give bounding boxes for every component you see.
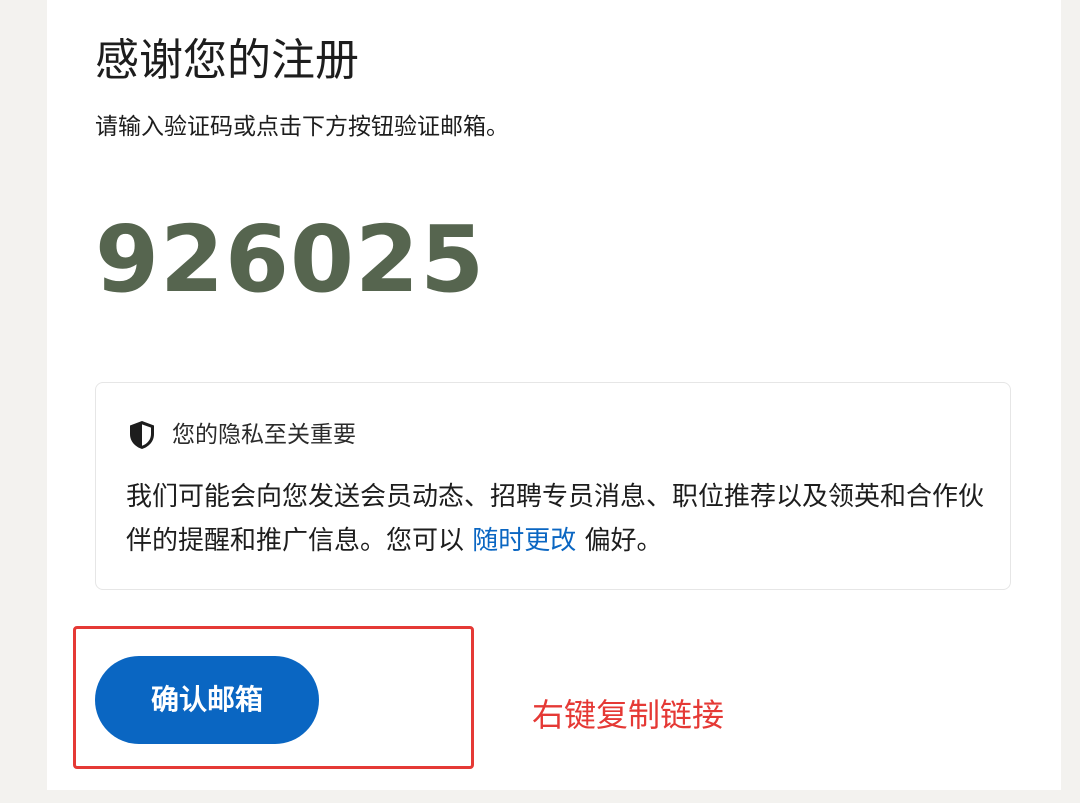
confirm-email-button[interactable]: 确认邮箱 bbox=[95, 656, 319, 744]
privacy-body: 我们可能会向您发送会员动态、招聘专员消息、职位推荐以及领英和合作伙伴的提醒和推广… bbox=[126, 475, 986, 563]
annotation-text: 右键复制链接 bbox=[532, 696, 725, 734]
privacy-title: 您的隐私至关重要 bbox=[172, 422, 356, 448]
shield-icon bbox=[130, 421, 154, 449]
page-subtitle: 请输入验证码或点击下方按钮验证邮箱。 bbox=[95, 114, 509, 140]
privacy-notice: 您的隐私至关重要 我们可能会向您发送会员动态、招聘专员消息、职位推荐以及领英和合… bbox=[95, 382, 1011, 590]
page-title: 感谢您的注册 bbox=[95, 35, 359, 86]
privacy-text-end: 偏好。 bbox=[576, 526, 663, 556]
verification-code: 926025 bbox=[95, 206, 486, 313]
privacy-header: 您的隐私至关重要 bbox=[126, 419, 356, 451]
change-preferences-link[interactable]: 随时更改 bbox=[472, 526, 576, 556]
